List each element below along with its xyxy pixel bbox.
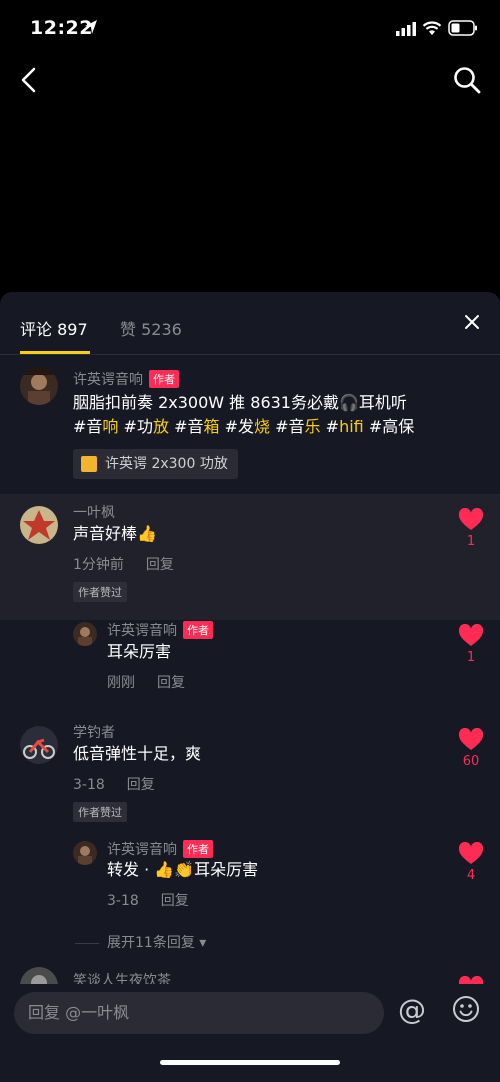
comment-meta: 3-18 回复 [73, 774, 155, 794]
divider [75, 942, 99, 944]
reply-input[interactable]: 回复 @一叶枫 [14, 992, 384, 1034]
home-indicator [160, 1060, 340, 1065]
hashtag-link[interactable]: #功放 [124, 417, 169, 436]
cellular-signal-icon [396, 22, 416, 36]
hashtag-link[interactable]: #音乐 [275, 417, 320, 436]
reply-meta: 刚刚 回复 [107, 672, 185, 692]
hashtag-link[interactable]: #高保 [369, 417, 414, 436]
hashtag-text: #音 [73, 417, 103, 436]
location-arrow-icon [85, 20, 97, 34]
hashtag-text: # [325, 417, 340, 436]
emoji-icon[interactable] [452, 995, 480, 1023]
active-tab-indicator [20, 351, 90, 354]
comment-username[interactable]: 许英谔音响 作者 [73, 369, 179, 389]
hashtag-link[interactable]: #hifi [326, 417, 364, 436]
comment-text: 声音好棒👍 [73, 524, 157, 543]
close-icon[interactable] [464, 314, 480, 330]
reply-text: 转发 · 👍👏耳朵厉害 [107, 860, 259, 879]
reply-input-bar: 回复 @一叶枫 @ [0, 984, 500, 1082]
reply-button[interactable]: 回复 [161, 893, 189, 909]
reply-username[interactable]: 许英谔音响 作者 [107, 620, 213, 640]
product-title: 许英谔 2x300 功放 [105, 456, 228, 472]
reply-time: 3-18 [107, 893, 139, 909]
status-bar: 12:22 [0, 0, 500, 60]
username-text: 许英谔音响 [107, 623, 177, 639]
shopping-cart-icon [81, 456, 97, 472]
reply-button[interactable]: 回复 [146, 557, 174, 573]
comment-item: 学钓者 低音弹性十足，爽 3-18 回复 作者赞过 60 许英谔音响 作者 转发 ·… [0, 722, 500, 942]
hashtag-link[interactable]: #发烧 [225, 417, 270, 436]
hashtag-highlight: hifi [339, 417, 364, 436]
product-link[interactable]: 许英谔 2x300 功放 [73, 449, 238, 479]
like-count: 1 [466, 650, 476, 665]
expand-replies-button[interactable]: 展开11条回复 ▾ [75, 932, 206, 952]
hashtag-text: #音 [174, 417, 204, 436]
reply-time: 刚刚 [107, 675, 135, 691]
hashtag-highlight: 箱 [203, 417, 220, 436]
wifi-icon [422, 21, 442, 35]
hashtag-highlight: 乐 [304, 417, 321, 436]
author-badge: 作者 [183, 840, 213, 858]
reply-button[interactable]: 回复 [127, 777, 155, 793]
chevron-down-icon: ▾ [194, 935, 207, 951]
avatar[interactable] [20, 726, 58, 764]
back-chevron-icon[interactable] [18, 64, 42, 96]
author-liked-badge: 作者赞过 [73, 582, 127, 602]
like-count: 60 [462, 754, 480, 769]
comment-hashtags: #音响 #功放 #音箱 #发烧 #音乐 #hifi #高保 [73, 415, 414, 439]
comment-panel: 评论 897 赞 5236 许英谔音响 作者 胭脂扣前奏 2x300W 推 863… [0, 292, 500, 1082]
comment-time: 3-18 [73, 777, 105, 793]
heart-icon [458, 508, 484, 530]
hashtag-text: #功 [123, 417, 153, 436]
heart-icon [458, 728, 484, 750]
comment-username[interactable]: 一叶枫 [73, 502, 115, 522]
hashtag-link[interactable]: #音箱 [174, 417, 219, 436]
like-button[interactable]: 4 [456, 842, 486, 883]
username-text: 许英谔音响 [73, 372, 143, 388]
username-text: 许英谔音响 [107, 842, 177, 858]
reply-text: 耳朵厉害 [107, 642, 172, 661]
hashtag-text: #音 [275, 417, 305, 436]
comment-tabs: 评论 897 赞 5236 [0, 292, 500, 355]
author-badge: 作者 [149, 370, 179, 388]
heart-icon [458, 624, 484, 646]
like-count: 4 [466, 868, 476, 883]
search-icon[interactable] [452, 64, 482, 96]
hashtag-highlight: 放 [152, 417, 169, 436]
like-button[interactable]: 1 [456, 624, 486, 665]
comment-text: 低音弹性十足，爽 [73, 744, 202, 763]
avatar[interactable] [73, 841, 97, 865]
author-liked-badge: 作者赞过 [73, 802, 127, 822]
like-count: 1 [466, 534, 476, 549]
comment-meta: 1分钟前 回复 [73, 554, 174, 574]
like-button[interactable]: 1 [456, 508, 486, 549]
author-badge: 作者 [183, 621, 213, 639]
comment-item: 一叶枫 声音好棒👍 1分钟前 回复 作者赞过 1 许英谔音响 作者 耳朵厉害 刚刚回… [0, 502, 500, 702]
comment-text: 胭脂扣前奏 2x300W 推 8631务必戴🎧耳机听 [73, 393, 407, 412]
comment-username[interactable]: 学钓者 [73, 722, 115, 742]
tab-comments[interactable]: 评论 897 [20, 316, 88, 340]
comment-time: 1分钟前 [73, 557, 124, 573]
mention-at-icon[interactable]: @ [398, 994, 430, 1028]
battery-icon [448, 20, 477, 36]
reply-meta: 3-18 回复 [107, 890, 189, 910]
avatar[interactable] [20, 367, 58, 405]
reply-username[interactable]: 许英谔音响 作者 [107, 839, 213, 859]
hashtag-highlight: 响 [102, 417, 119, 436]
avatar[interactable] [20, 506, 58, 544]
heart-icon [458, 842, 484, 864]
expand-replies-label: 展开11条回复 [107, 935, 195, 951]
reply-button[interactable]: 回复 [157, 675, 185, 691]
pinned-comment: 许英谔音响 作者 胭脂扣前奏 2x300W 推 8631务必戴🎧耳机听 #音响 #… [0, 355, 500, 495]
like-button[interactable]: 60 [456, 728, 486, 769]
hashtag-link[interactable]: #音响 [73, 417, 118, 436]
tab-likes[interactable]: 赞 5236 [120, 316, 182, 340]
avatar[interactable] [73, 622, 97, 646]
hashtag-highlight: 烧 [254, 417, 271, 436]
hashtag-text: #发 [224, 417, 255, 436]
